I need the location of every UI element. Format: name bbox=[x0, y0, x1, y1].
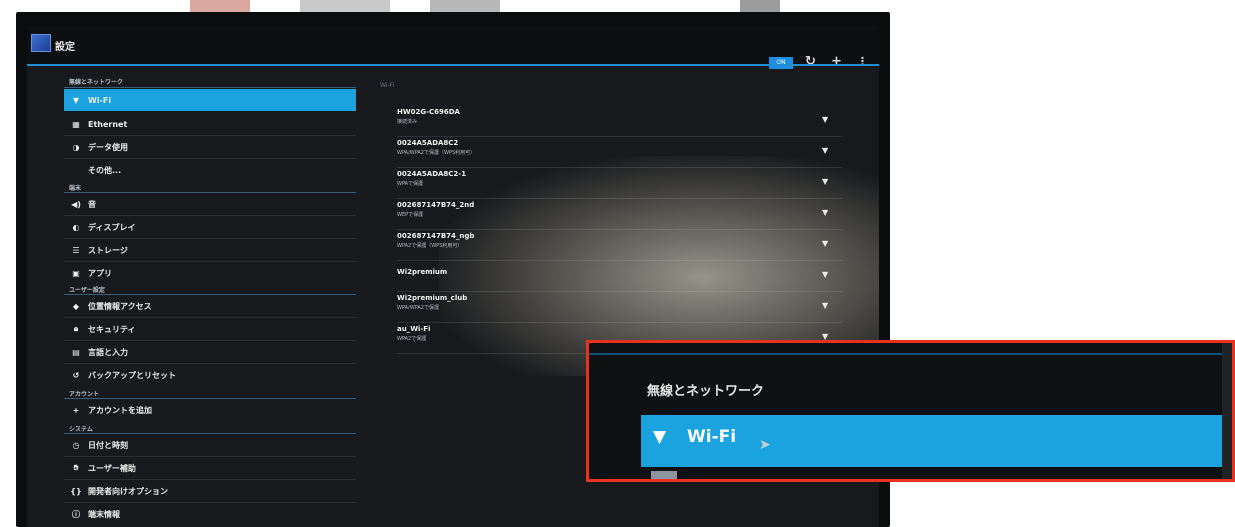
sidebar-item-label: Ethernet bbox=[88, 119, 128, 129]
wifi-icon: ▼ bbox=[72, 95, 80, 105]
ethernet-icon: ▦ bbox=[72, 119, 80, 129]
callout-wifi-label: Wi-Fi bbox=[687, 427, 737, 447]
network-row[interactable]: Wi2premium_club WPA/WPA2で保護 ▼ bbox=[397, 292, 842, 322]
sidebar-item-label: その他... bbox=[88, 165, 122, 175]
sidebar-item-add-account[interactable]: + アカウントを追加 bbox=[64, 399, 356, 421]
apps-icon: ▣ bbox=[72, 268, 80, 278]
sidebar-item-label: 日付と時刻 bbox=[88, 440, 128, 450]
network-status: 接続済み bbox=[397, 119, 418, 125]
info-icon: ⓘ bbox=[72, 509, 80, 519]
lock-icon: 🔒︎ bbox=[73, 324, 79, 333]
sidebar-item-developer-options[interactable]: {} 開発者向けオプション bbox=[64, 480, 356, 502]
accessibility-icon: ✋︎ bbox=[73, 463, 79, 472]
settings-app-icon bbox=[31, 34, 51, 52]
section-header-wireless: 無線とネットワーク bbox=[69, 79, 124, 86]
sidebar-item-label: バックアップとリセット bbox=[88, 370, 176, 380]
section-header-accounts: アカウント bbox=[69, 391, 100, 398]
section-header-system: システム bbox=[69, 426, 93, 433]
network-ssid: HW02G-C696DA bbox=[397, 108, 460, 116]
sidebar-item-label: 開発者向けオプション bbox=[88, 486, 168, 496]
network-status: WPAで保護 bbox=[397, 181, 424, 187]
sidebar-item-label: Wi-Fi bbox=[88, 95, 112, 105]
wifi-signal-icon: ▼ bbox=[822, 301, 829, 310]
sidebar-item-location[interactable]: ◆ 位置情報アクセス bbox=[64, 295, 356, 317]
sidebar-item-security[interactable]: 🔒︎ セキュリティ bbox=[64, 318, 356, 340]
clock-icon: ◷ bbox=[72, 440, 80, 450]
sidebar-item-label: 音 bbox=[88, 199, 96, 209]
network-ssid: Wi2premium_club bbox=[397, 294, 468, 302]
sidebar-item-wifi[interactable]: ▼ Wi-Fi bbox=[64, 89, 356, 111]
wifi-icon: ▼ bbox=[653, 427, 667, 447]
sidebar-item-sound[interactable]: ◀) 音 bbox=[64, 193, 356, 215]
sidebar-item-label: データ使用 bbox=[88, 142, 128, 152]
network-row[interactable]: 0024A5ADA8C2-1 WPAで保護 ▼ bbox=[397, 168, 842, 198]
wifi-signal-icon: ▼ bbox=[822, 177, 829, 186]
add-icon: + bbox=[72, 405, 80, 415]
sidebar-item-label: セキュリティ bbox=[88, 324, 136, 334]
sidebar-item-storage[interactable]: ☰ ストレージ bbox=[64, 239, 356, 261]
sidebar-item-more[interactable]: その他... bbox=[64, 159, 356, 181]
sidebar-item-data-usage[interactable]: ◑ データ使用 bbox=[64, 136, 356, 158]
sidebar-item-language[interactable]: ▤ 言語と入力 bbox=[64, 341, 356, 363]
sidebar-item-label: 位置情報アクセス bbox=[88, 301, 152, 311]
sidebar-item-ethernet[interactable]: ▦ Ethernet bbox=[64, 113, 356, 135]
sidebar-item-display[interactable]: ◐ ディスプレイ bbox=[64, 216, 356, 238]
zoom-callout: 無線とネットワーク ▼ Wi-Fi ➤ bbox=[586, 340, 1235, 482]
wifi-signal-icon: ▼ bbox=[822, 239, 829, 248]
sidebar-item-label: ディスプレイ bbox=[88, 222, 136, 232]
callout-wifi-item[interactable]: ▼ Wi-Fi bbox=[641, 415, 1227, 467]
network-ssid: 002687147B74_ngb bbox=[397, 232, 475, 240]
sidebar-item-label: アプリ bbox=[88, 268, 112, 278]
backup-icon: ↺ bbox=[72, 370, 80, 380]
section-divider bbox=[64, 87, 356, 88]
sidebar-item-label: 言語と入力 bbox=[88, 347, 128, 357]
wifi-signal-icon: ▼ bbox=[822, 146, 829, 155]
network-status: WPA2で保護 bbox=[397, 336, 427, 342]
mouse-cursor-icon: ➤ bbox=[759, 437, 771, 453]
sound-icon: ◀) bbox=[71, 199, 81, 209]
ethernet-icon bbox=[651, 471, 677, 479]
wifi-signal-icon: ▼ bbox=[822, 115, 829, 124]
network-row[interactable]: 002687147B74_ngb WPA2で保護（WPS利用可） ▼ bbox=[397, 230, 842, 260]
display-icon: ◐ bbox=[72, 222, 80, 232]
wifi-signal-icon: ▼ bbox=[822, 208, 829, 217]
sidebar-item-apps[interactable]: ▣ アプリ bbox=[64, 262, 356, 284]
network-ssid: Wi2premium bbox=[397, 268, 448, 276]
sidebar-item-date-time[interactable]: ◷ 日付と時刻 bbox=[64, 434, 356, 456]
callout-divider bbox=[589, 353, 1232, 355]
sidebar-item-accessibility[interactable]: ✋︎ ユーザー補助 bbox=[64, 457, 356, 479]
sidebar-item-backup[interactable]: ↺ バックアップとリセット bbox=[64, 364, 356, 386]
network-row[interactable]: Wi2premium ▼ bbox=[397, 261, 842, 291]
network-status: WPA/WPA2で保護 bbox=[397, 305, 439, 311]
callout-section-header: 無線とネットワーク bbox=[647, 384, 765, 399]
network-row[interactable]: 0024A5ADA8C2 WPA/WPA2で保護（WPS利用可） ▼ bbox=[397, 137, 842, 167]
section-header-user-settings: ユーザー設定 bbox=[69, 287, 105, 294]
network-status: WPA/WPA2で保護（WPS利用可） bbox=[397, 150, 476, 156]
settings-category-list: 無線とネットワーク ▼ Wi-Fi ▦ Ethernet ◑ データ使用 その他… bbox=[64, 71, 356, 527]
location-icon: ◆ bbox=[72, 301, 80, 311]
sidebar-item-label: アカウントを追加 bbox=[88, 405, 152, 415]
sidebar-item-label: 端末情報 bbox=[88, 509, 120, 519]
developer-icon: {} bbox=[70, 486, 82, 496]
keyboard-icon: ▤ bbox=[72, 347, 80, 357]
network-row[interactable]: 002687147B74_2nd WEPで保護 ▼ bbox=[397, 199, 842, 229]
network-ssid: 0024A5ADA8C2 bbox=[397, 139, 459, 147]
sidebar-item-label: ユーザー補助 bbox=[88, 463, 136, 473]
sidebar-item-label: ストレージ bbox=[88, 245, 128, 255]
network-row[interactable]: HW02G-C696DA 接続済み ▼ bbox=[397, 106, 842, 136]
network-status: WEPで保護 bbox=[397, 212, 424, 218]
sidebar-item-about[interactable]: ⓘ 端末情報 bbox=[64, 503, 356, 525]
action-bar: 設定 ON ↻ + ⋮ bbox=[27, 26, 879, 69]
network-ssid: 002687147B74_2nd bbox=[397, 201, 475, 209]
network-ssid: au_Wi-Fi bbox=[397, 325, 431, 333]
callout-edge bbox=[1222, 343, 1232, 479]
data-usage-icon: ◑ bbox=[72, 142, 80, 152]
app-title: 設定 bbox=[55, 42, 75, 53]
panel-header: Wi-Fi bbox=[380, 82, 395, 89]
network-status: WPA2で保護（WPS利用可） bbox=[397, 243, 463, 249]
wifi-signal-icon: ▼ bbox=[822, 270, 829, 279]
section-header-device: 端末 bbox=[69, 185, 82, 192]
storage-icon: ☰ bbox=[72, 245, 80, 255]
network-ssid: 0024A5ADA8C2-1 bbox=[397, 170, 467, 178]
